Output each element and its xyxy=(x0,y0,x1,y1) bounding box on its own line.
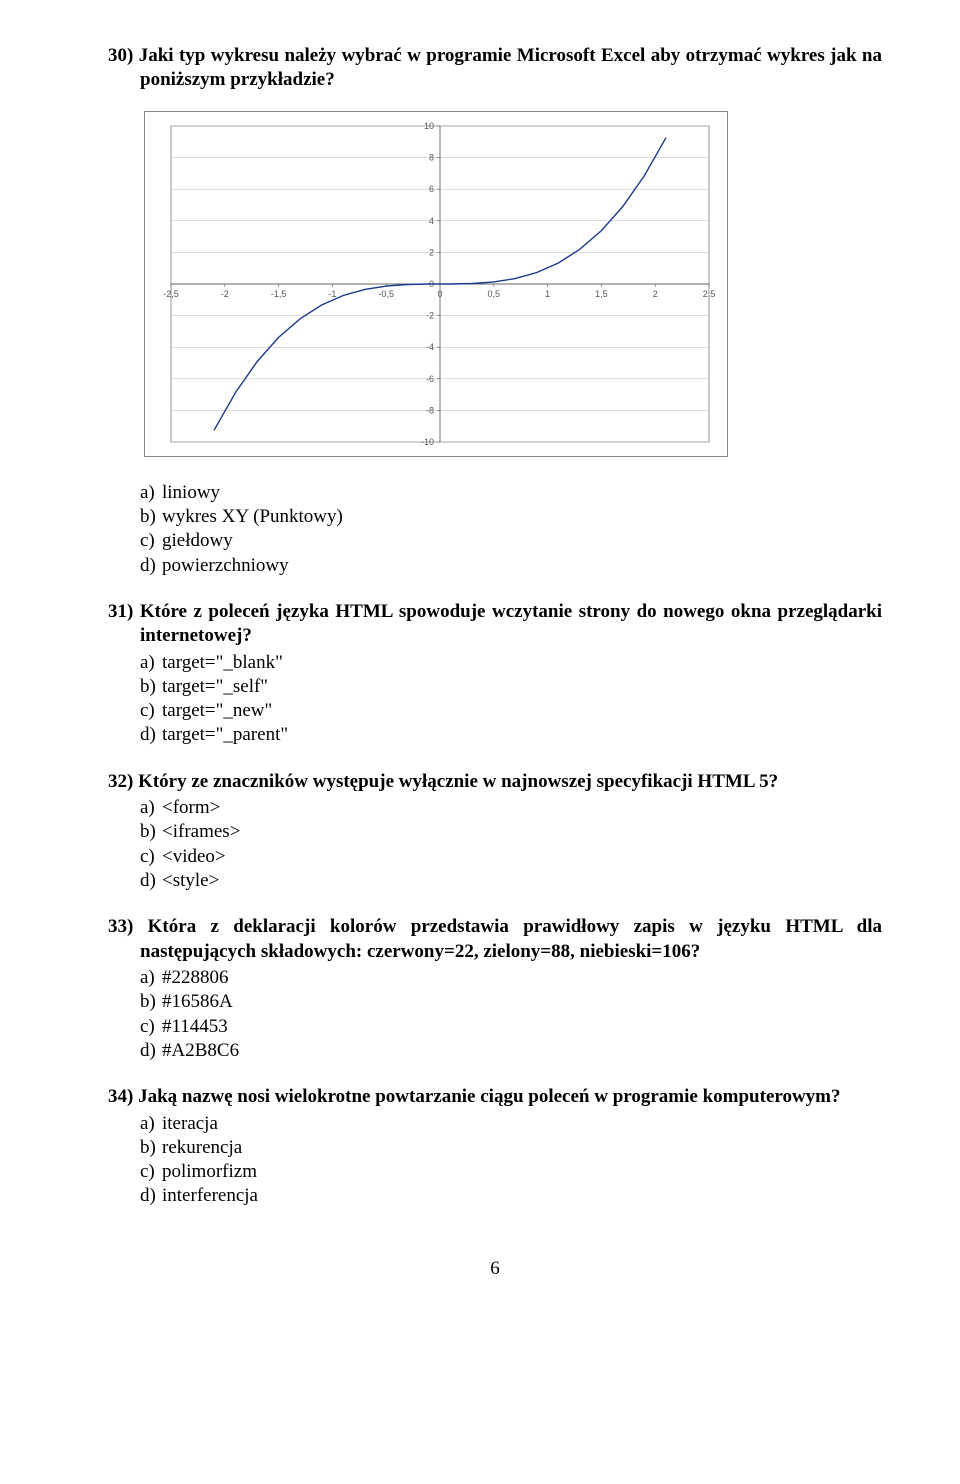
chart-container: -10-8-6-4-20246810-2,5-2-1,5-1-0,500,511… xyxy=(144,111,882,457)
answer-30-c: c)giełdowy xyxy=(140,529,882,553)
svg-text:-0,5: -0,5 xyxy=(378,289,394,299)
answer-33-a: a)#228806 xyxy=(140,966,882,990)
question-31-text: Które z poleceń języka HTML spowoduje wc… xyxy=(140,601,882,646)
answer-33-b: b)#16586A xyxy=(140,990,882,1014)
question-31-answers: a)target="_blank" b)target="_self" c)tar… xyxy=(108,651,882,748)
question-31: 31) Które z poleceń języka HTML spowoduj… xyxy=(108,600,882,748)
question-32-prompt: 32) Który ze znaczników występuje wyłącz… xyxy=(108,770,882,794)
svg-text:-8: -8 xyxy=(426,405,434,415)
answer-32-c: c)<video> xyxy=(140,845,882,869)
question-30: 30) Jaki typ wykresu należy wybrać w pro… xyxy=(108,44,882,578)
question-34-text: Jaką nazwę nosi wielokrotne powtarzanie … xyxy=(138,1086,840,1107)
question-33-number: 33) xyxy=(108,916,133,937)
svg-text:-1,5: -1,5 xyxy=(271,289,287,299)
question-30-number: 30) xyxy=(108,45,133,66)
answer-31-b: b)target="_self" xyxy=(140,675,882,699)
svg-text:-2: -2 xyxy=(221,289,229,299)
svg-text:2,5: 2,5 xyxy=(703,289,716,299)
answer-34-d: d)interferencja xyxy=(140,1184,882,1208)
answer-30-d: d)powierzchniowy xyxy=(140,554,882,578)
question-31-number: 31) xyxy=(108,601,133,622)
answer-32-b: b)<iframes> xyxy=(140,820,882,844)
question-33-prompt: 33) Która z deklaracji kolorów przedstaw… xyxy=(108,915,882,964)
answer-30-b: b)wykres XY (Punktowy) xyxy=(140,505,882,529)
svg-text:-4: -4 xyxy=(426,342,434,352)
svg-text:1,5: 1,5 xyxy=(595,289,608,299)
question-33-text: Która z deklaracji kolorów przedstawia p… xyxy=(140,916,882,961)
question-33-answers: a)#228806 b)#16586A c)#114453 d)#A2B8C6 xyxy=(108,966,882,1063)
answer-31-c: c)target="_new" xyxy=(140,699,882,723)
answer-34-a: a)iteracja xyxy=(140,1112,882,1136)
svg-text:2: 2 xyxy=(653,289,658,299)
answer-31-a: a)target="_blank" xyxy=(140,651,882,675)
question-32-text: Który ze znaczników występuje wyłącznie … xyxy=(138,771,778,792)
question-34-number: 34) xyxy=(108,1086,133,1107)
answer-34-c: c)polimorfizm xyxy=(140,1160,882,1184)
answer-33-c: c)#114453 xyxy=(140,1015,882,1039)
xy-chart: -10-8-6-4-20246810-2,5-2-1,5-1-0,500,511… xyxy=(144,111,728,457)
answer-31-d: d)target="_parent" xyxy=(140,723,882,747)
answer-32-d: d)<style> xyxy=(140,869,882,893)
page-number: 6 xyxy=(108,1257,882,1281)
question-32: 32) Który ze znaczników występuje wyłącz… xyxy=(108,770,882,894)
svg-text:1: 1 xyxy=(545,289,550,299)
svg-text:-2: -2 xyxy=(426,310,434,320)
question-30-answers: a)liniowy b)wykres XY (Punktowy) c)giełd… xyxy=(108,481,882,578)
question-32-number: 32) xyxy=(108,771,133,792)
svg-text:0,5: 0,5 xyxy=(488,289,501,299)
svg-text:8: 8 xyxy=(429,152,434,162)
question-34: 34) Jaką nazwę nosi wielokrotne powtarza… xyxy=(108,1085,882,1209)
answer-34-b: b)rekurencja xyxy=(140,1136,882,1160)
svg-text:10: 10 xyxy=(424,121,434,131)
svg-text:6: 6 xyxy=(429,184,434,194)
question-31-prompt: 31) Które z poleceń języka HTML spowoduj… xyxy=(108,600,882,649)
question-34-answers: a)iteracja b)rekurencja c)polimorfizm d)… xyxy=(108,1112,882,1209)
svg-text:4: 4 xyxy=(429,215,434,225)
svg-text:-1: -1 xyxy=(328,289,336,299)
answer-33-d: d)#A2B8C6 xyxy=(140,1039,882,1063)
question-33: 33) Która z deklaracji kolorów przedstaw… xyxy=(108,915,882,1063)
question-30-prompt: 30) Jaki typ wykresu należy wybrać w pro… xyxy=(108,44,882,93)
svg-text:-10: -10 xyxy=(421,437,434,447)
svg-text:2: 2 xyxy=(429,247,434,257)
answer-32-a: a)<form> xyxy=(140,796,882,820)
question-34-prompt: 34) Jaką nazwę nosi wielokrotne powtarza… xyxy=(108,1085,882,1109)
svg-text:-6: -6 xyxy=(426,373,434,383)
question-32-answers: a)<form> b)<iframes> c)<video> d)<style> xyxy=(108,796,882,893)
answer-30-a: a)liniowy xyxy=(140,481,882,505)
svg-text:-2,5: -2,5 xyxy=(163,289,179,299)
question-30-text: Jaki typ wykresu należy wybrać w program… xyxy=(139,45,882,90)
